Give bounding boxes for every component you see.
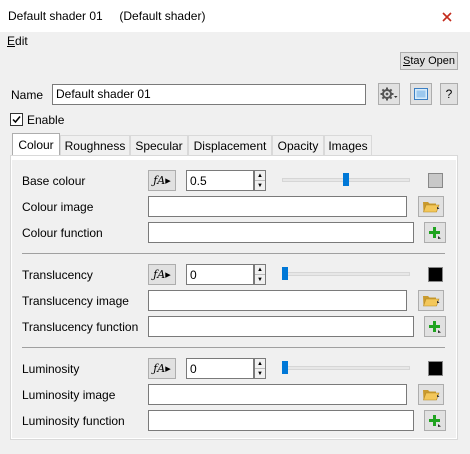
base-colour-slider-thumb[interactable] xyxy=(343,173,349,186)
checkmark-icon xyxy=(12,116,21,124)
colour-image-field[interactable] xyxy=(148,196,407,217)
luminosity-image-browse-button[interactable] xyxy=(418,384,444,405)
luminosity-swatch[interactable] xyxy=(428,361,443,376)
tab-displacement[interactable]: Displacement xyxy=(188,135,272,155)
colour-function-field[interactable] xyxy=(148,222,414,243)
luminosity-spin-arrows[interactable]: ▲ ▼ xyxy=(254,358,266,379)
spin-down-icon[interactable]: ▼ xyxy=(255,181,265,190)
stay-open-label: Stay Open xyxy=(403,55,455,67)
folder-open-icon xyxy=(423,296,440,307)
add-icon xyxy=(429,320,441,333)
translucency-spinbox[interactable]: 0 xyxy=(186,264,254,285)
translucency-function-button[interactable]: ƒA▸ xyxy=(148,264,176,285)
tab-label: Colour xyxy=(18,137,54,152)
base-colour-value: 0.5 xyxy=(190,174,207,188)
translucency-slider[interactable] xyxy=(282,272,410,276)
translucency-function-field[interactable] xyxy=(148,316,414,337)
enable-label: Enable xyxy=(27,113,65,127)
translucency-image-label: Translucency image xyxy=(22,294,129,308)
colour-image-label: Colour image xyxy=(22,200,94,214)
separator xyxy=(22,253,445,254)
tab-images[interactable]: Images xyxy=(324,135,372,155)
gear-icon xyxy=(380,87,398,101)
tab-opacity[interactable]: Opacity xyxy=(272,135,324,155)
translucency-image-browse-button[interactable] xyxy=(418,290,444,311)
preview-button[interactable] xyxy=(410,83,432,105)
help-label: ? xyxy=(445,87,453,101)
close-button[interactable] xyxy=(432,6,462,28)
tab-specular[interactable]: Specular xyxy=(130,135,188,155)
tab-label: Roughness xyxy=(64,138,126,153)
luminosity-function-label: Luminosity function xyxy=(22,414,125,428)
stay-open-button[interactable]: Stay Open xyxy=(400,52,458,70)
base-colour-function-button[interactable]: ƒA▸ xyxy=(148,170,176,191)
spin-up-icon[interactable]: ▲ xyxy=(255,359,265,369)
name-input[interactable]: Default shader 01 xyxy=(52,84,366,105)
colour-function-label: Colour function xyxy=(22,226,103,240)
luminosity-spinbox[interactable]: 0 xyxy=(186,358,254,379)
translucency-spin-arrows[interactable]: ▲ ▼ xyxy=(254,264,266,285)
name-label: Name xyxy=(11,88,44,102)
base-colour-spinbox[interactable]: 0.5 xyxy=(186,170,254,191)
add-icon xyxy=(429,226,441,239)
luminosity-function-add-button[interactable] xyxy=(424,410,446,431)
add-icon xyxy=(429,414,441,427)
tab-label: Displacement xyxy=(193,138,267,153)
translucency-swatch[interactable] xyxy=(428,267,443,282)
menu-bar: Edit xyxy=(0,32,470,50)
close-icon xyxy=(442,12,452,22)
colour-image-browse-button[interactable] xyxy=(418,196,444,217)
translucency-label: Translucency xyxy=(22,268,93,282)
function-icon: ƒA▸ xyxy=(153,174,171,187)
tab-roughness[interactable]: Roughness xyxy=(60,135,130,155)
menu-edit[interactable]: Edit xyxy=(7,34,28,48)
translucency-function-label: Translucency function xyxy=(22,320,139,334)
settings-menu-button[interactable] xyxy=(378,83,400,105)
preview-icon xyxy=(414,88,428,100)
base-colour-swatch[interactable] xyxy=(428,173,443,188)
tab-colour[interactable]: Colour xyxy=(12,133,60,155)
luminosity-slider[interactable] xyxy=(282,366,410,370)
spin-down-icon[interactable]: ▼ xyxy=(255,275,265,284)
spin-up-icon[interactable]: ▲ xyxy=(255,265,265,275)
help-button[interactable]: ? xyxy=(440,83,458,105)
colour-function-add-button[interactable] xyxy=(424,222,446,243)
luminosity-image-field[interactable] xyxy=(148,384,407,405)
function-icon: ƒA▸ xyxy=(153,268,171,281)
tab-label: Images xyxy=(328,138,368,153)
window-title: Default shader 01 (Default shader) xyxy=(8,9,206,23)
tab-label: Opacity xyxy=(277,138,319,153)
spin-down-icon[interactable]: ▼ xyxy=(255,369,265,378)
luminosity-function-button[interactable]: ƒA▸ xyxy=(148,358,176,379)
luminosity-value: 0 xyxy=(190,362,197,376)
luminosity-slider-thumb[interactable] xyxy=(282,361,288,374)
function-icon: ƒA▸ xyxy=(153,362,171,375)
base-colour-label: Base colour xyxy=(22,174,86,188)
folder-open-icon xyxy=(423,390,440,401)
enable-checkbox[interactable] xyxy=(10,113,23,126)
translucency-slider-thumb[interactable] xyxy=(282,267,288,280)
luminosity-label: Luminosity xyxy=(22,362,80,376)
title-bar: Default shader 01 (Default shader) xyxy=(0,0,470,32)
spin-up-icon[interactable]: ▲ xyxy=(255,171,265,181)
base-colour-spin-arrows[interactable]: ▲ ▼ xyxy=(254,170,266,191)
translucency-value: 0 xyxy=(190,268,197,282)
folder-open-icon xyxy=(423,202,440,213)
separator xyxy=(22,347,445,348)
translucency-function-add-button[interactable] xyxy=(424,316,446,337)
luminosity-function-field[interactable] xyxy=(148,410,414,431)
translucency-image-field[interactable] xyxy=(148,290,407,311)
tab-label: Specular xyxy=(135,138,183,153)
luminosity-image-label: Luminosity image xyxy=(22,388,116,402)
